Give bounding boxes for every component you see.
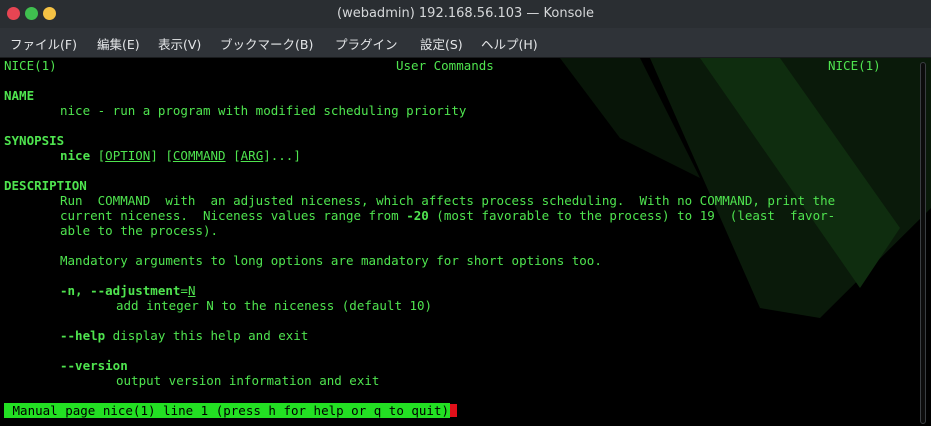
- description-line-1: Run COMMAND with an adjusted niceness, w…: [60, 193, 836, 208]
- name-heading: NAME: [4, 88, 35, 103]
- menu-bookmarks[interactable]: ブックマーク(B): [220, 34, 313, 53]
- description-line-2: current niceness. Niceness values range …: [60, 208, 836, 223]
- menu-settings[interactable]: 設定(S): [420, 34, 463, 53]
- menu-edit[interactable]: 編集(E): [97, 34, 140, 53]
- synopsis-text: nice [OPTION] [COMMAND [ARG]...]: [60, 148, 301, 163]
- option-help: --help display this help and exit: [60, 328, 309, 343]
- man-header-center: User Commands: [396, 58, 494, 73]
- menu-plugins[interactable]: プラグイン: [335, 34, 398, 53]
- option-version-desc: output version information and exit: [116, 373, 380, 388]
- description-heading: DESCRIPTION: [4, 178, 87, 193]
- window-title: (webadmin) 192.168.56.103 — Konsole: [337, 6, 594, 21]
- menu-help[interactable]: ヘルプ(H): [481, 34, 538, 53]
- option-adjustment: -n, --adjustment=N: [60, 283, 196, 298]
- man-header-right: NICE(1): [828, 58, 881, 73]
- menu-view[interactable]: 表示(V): [158, 34, 201, 53]
- scrollbar-thumb[interactable]: [920, 62, 926, 424]
- menu-bar: ファイル(F) 編集(E) 表示(V) ブックマーク(B) プラグイン 設定(S…: [0, 28, 931, 58]
- synopsis-heading: SYNOPSIS: [4, 133, 65, 148]
- terminal-area[interactable]: NICE(1) User Commands NICE(1) NAME nice …: [0, 58, 931, 426]
- option-version: --version: [60, 358, 128, 373]
- terminal-cursor: [450, 404, 458, 417]
- pager-status-line: Manual page nice(1) line 1 (press h for …: [4, 403, 458, 418]
- man-header: NICE(1): [4, 58, 57, 73]
- option-adjustment-desc: add integer N to the niceness (default 1…: [116, 298, 433, 313]
- name-text: nice - run a program with modified sched…: [60, 103, 467, 118]
- description-line-3: able to the process).: [60, 223, 219, 238]
- scrollbar[interactable]: [917, 58, 927, 426]
- window-titlebar: (webadmin) 192.168.56.103 — Konsole: [0, 0, 931, 28]
- mandatory-text: Mandatory arguments to long options are …: [60, 253, 602, 268]
- menu-file[interactable]: ファイル(F): [10, 34, 77, 53]
